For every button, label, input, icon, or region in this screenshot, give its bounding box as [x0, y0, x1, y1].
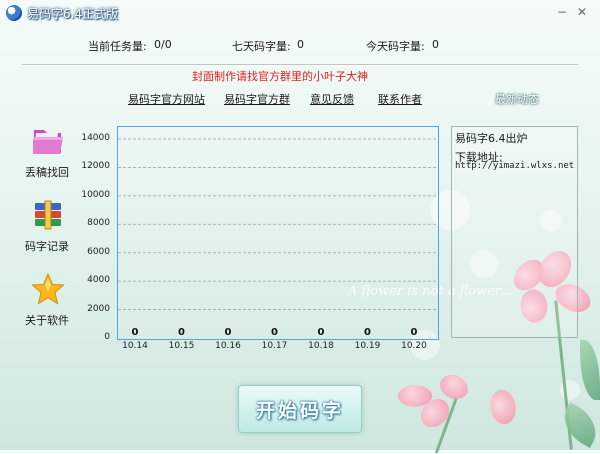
link-official-site[interactable]: 易码字官方网站: [128, 91, 205, 107]
stats-bar: 当前任务量: 0/0 七天码字量: 0 今天码字量: 0: [0, 38, 600, 54]
x-tick-label: 10.19: [354, 341, 381, 351]
current-task-value: 0/0: [154, 38, 172, 51]
latest-news-panel: 易码字6.4出炉 下载地址: http://yimazi.wlxs.net: [451, 126, 578, 338]
y-tick-label: 0: [104, 332, 110, 342]
sidebar-item-label: 关于软件: [25, 314, 69, 327]
y-tick-label: 2000: [87, 303, 110, 314]
folder-icon: [33, 130, 63, 154]
y-tick-label: 14000: [81, 133, 110, 143]
seven-day-value: 0: [297, 38, 304, 51]
close-button[interactable]: ✕: [574, 4, 590, 20]
today-value: 0: [432, 38, 439, 51]
window-title: 易码字6.4正式版: [27, 7, 119, 21]
chart-plot-area: [117, 126, 439, 340]
x-tick-label: 10.18: [308, 341, 334, 351]
download-url[interactable]: http://yimazi.wlxs.net: [455, 161, 574, 171]
news-line: 易码字6.4出炉: [455, 132, 528, 145]
notice-text: 封面制作请找官方群里的小叶子大神: [192, 70, 368, 83]
latest-news-title: 最新动态: [495, 93, 539, 106]
link-contact-author[interactable]: 联系作者: [378, 91, 422, 107]
current-task-label: 当前任务量:: [88, 40, 147, 53]
link-bar: 易码字官方网站 易码字官方群 意见反馈 联系作者: [118, 91, 438, 107]
x-tick-label: 10.14: [122, 341, 148, 351]
title-bar: 易码字6.4正式版 − ✕: [0, 0, 600, 26]
sidebar-item-about[interactable]: 关于软件: [18, 272, 76, 332]
sidebar-item-label: 丢稿找回: [25, 166, 69, 179]
sidebar-item-records[interactable]: 码字记录: [18, 198, 76, 258]
y-tick-label: 12000: [81, 161, 110, 172]
books-icon: [35, 200, 61, 230]
x-tick-label: 10.17: [261, 341, 288, 351]
link-feedback[interactable]: 意见反馈: [310, 91, 354, 107]
x-tick-label: 10.16: [215, 341, 241, 351]
link-official-group[interactable]: 易码字官方群: [224, 91, 290, 107]
sidebar-item-label: 码字记录: [25, 240, 69, 253]
start-button-label: 开始码字: [255, 400, 344, 422]
divider: [22, 64, 578, 66]
app-logo-icon: [6, 5, 22, 21]
start-typing-button[interactable]: 开始码字: [239, 386, 361, 432]
y-tick-label: 6000: [87, 246, 110, 257]
today-label: 今天码字量:: [366, 40, 425, 53]
y-tick-label: 10000: [81, 189, 110, 200]
seven-day-label: 七天码字量:: [232, 40, 291, 53]
sidebar-item-recover[interactable]: 丢稿找回: [18, 124, 76, 184]
y-tick-label: 8000: [87, 218, 110, 229]
star-icon: [31, 272, 65, 305]
x-tick-label: 10.20: [401, 341, 427, 351]
x-tick-label: 10.15: [168, 341, 195, 351]
minimize-button[interactable]: −: [554, 4, 570, 20]
y-tick-label: 4000: [87, 275, 110, 286]
